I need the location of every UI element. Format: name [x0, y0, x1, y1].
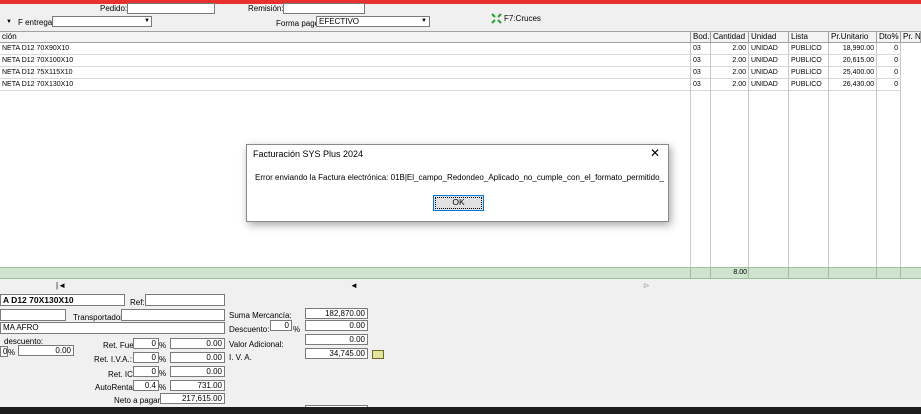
transportador-input[interactable]	[121, 309, 225, 321]
cell-unidad[interactable]: UNIDAD	[749, 79, 789, 91]
cell-cantidad[interactable]: 2.00	[711, 55, 749, 67]
col-header-pr-neto[interactable]: Pr. N	[901, 32, 921, 43]
cell-bod[interactable]: 03	[691, 67, 711, 79]
descuento-detail-value[interactable]: 0.00	[18, 345, 74, 356]
ret-iva-pct[interactable]: 0	[133, 352, 159, 363]
pct-symbol: %	[8, 348, 16, 357]
chevron-down-icon[interactable]: ▼	[144, 17, 150, 25]
cell-unidad[interactable]: UNIDAD	[749, 55, 789, 67]
descuento-detail-pct[interactable]: 0	[0, 346, 8, 357]
chevron-down-icon[interactable]: ▼	[6, 18, 12, 26]
ret-ica-value[interactable]: 0.00	[170, 366, 225, 377]
valor-adicional-value: 0.00	[305, 334, 368, 345]
iva-label: I. V. A.	[229, 353, 252, 362]
dialog-body: Error enviando la Factura electrónica: 0…	[247, 163, 668, 221]
neto-value: 217,615.00	[160, 393, 225, 404]
cell-bod[interactable]: 03	[691, 43, 711, 55]
cell-descripcion[interactable]: NETA D12 70X130X10	[0, 79, 691, 91]
cell-pr-unitario[interactable]: 20,615.00	[829, 55, 877, 67]
remision-label: Remisión:	[248, 4, 284, 13]
descuento-pct[interactable]: 0	[270, 320, 292, 331]
cell-lista[interactable]: PUBLICO	[789, 79, 829, 91]
scroll-left-icon[interactable]: ◄	[350, 281, 358, 290]
cruces-label: F7:Cruces	[504, 13, 541, 23]
col-header-cantidad[interactable]: Cantidad	[711, 32, 749, 43]
ret-iva-value[interactable]: 0.00	[170, 352, 225, 363]
cell-cantidad[interactable]: 2.00	[711, 79, 749, 91]
grid-totals-bar: 8.00	[0, 267, 921, 279]
ret-ica-pct[interactable]: 0	[133, 366, 159, 377]
close-icon[interactable]: ✕	[646, 146, 664, 161]
cruces-icon	[491, 12, 502, 24]
f-entrega-label: F entrega:	[18, 18, 55, 27]
valor-adicional-label: Valor Adicional:	[229, 340, 284, 349]
forma-pago-select[interactable]: EFECTIVO	[316, 16, 430, 27]
cell-pr-unitario[interactable]: 25,400.00	[829, 67, 877, 79]
cell-bod[interactable]: 03	[691, 55, 711, 67]
cell-pr-unitario[interactable]: 18,990.00	[829, 43, 877, 55]
cell-pr-unitario[interactable]: 26,430.00	[829, 79, 877, 91]
cell-descripcion[interactable]: NETA D12 75X115X10	[0, 67, 691, 79]
ret-fuente-pct[interactable]: 0	[133, 338, 159, 349]
autorenta-pct[interactable]: 0.4	[133, 380, 159, 391]
cell-descripcion[interactable]: NETA D12 70X90X10	[0, 43, 691, 55]
col-header-unidad[interactable]: Unidad	[749, 32, 789, 43]
cell-dto[interactable]: 0	[877, 79, 901, 91]
pedido-label: Pedido:	[100, 4, 128, 13]
ref-label: Ref:	[130, 298, 145, 307]
ref-input[interactable]	[145, 294, 225, 306]
error-dialog: Facturación SYS Plus 2024 ✕ Error envian…	[246, 144, 669, 222]
cell-lista[interactable]: PUBLICO	[789, 67, 829, 79]
pedido-input[interactable]	[127, 3, 215, 14]
cruces-button[interactable]: F7:Cruces	[491, 12, 541, 24]
ret-iva-label: Ret. I.V.A.:	[94, 355, 132, 364]
cell-lista[interactable]: PUBLICO	[789, 43, 829, 55]
col-header-bod[interactable]: Bod.	[691, 32, 711, 43]
f-entrega-select[interactable]	[52, 16, 152, 27]
chevron-down-icon[interactable]: ▼	[421, 17, 427, 25]
cell-lista[interactable]: PUBLICO	[789, 55, 829, 67]
cell-dto[interactable]: 0	[877, 43, 901, 55]
ret-fuente-value[interactable]: 0.00	[170, 338, 225, 349]
cell-cantidad[interactable]: 2.00	[711, 67, 749, 79]
total-cantidad: 8.00	[733, 269, 747, 276]
iva-value: 34,745.00	[305, 348, 368, 359]
descuento-label: Descuento:	[229, 325, 270, 334]
scroll-first-icon[interactable]: |◄	[56, 281, 66, 290]
product-description-field[interactable]: A D12 70X130X10	[0, 294, 125, 306]
scroll-thumb-icon[interactable]: ⊳	[643, 281, 650, 290]
dialog-message: Error enviando la Factura electrónica: 0…	[255, 173, 664, 182]
col-header-pr-unitario[interactable]: Pr.Unitario	[829, 32, 877, 43]
forma-pago-label: Forma pago:	[276, 19, 322, 28]
cell-dto[interactable]: 0	[877, 55, 901, 67]
dialog-title: Facturación SYS Plus 2024	[253, 149, 364, 159]
remision-input[interactable]	[283, 3, 365, 14]
cell-unidad[interactable]: UNIDAD	[749, 43, 789, 55]
cell-unidad[interactable]: UNIDAD	[749, 67, 789, 79]
iva-detail-icon[interactable]	[372, 350, 384, 359]
autorenta-value[interactable]: 731.00	[170, 380, 225, 391]
col-header-dto[interactable]: Dto%	[877, 32, 901, 43]
suma-mercancia-value: 182,870.00	[305, 308, 368, 319]
detail-field-blank[interactable]	[0, 309, 66, 321]
horizontal-scrollbar[interactable]: |◄ ◄ ⊳	[0, 280, 921, 292]
cell-dto[interactable]: 0	[877, 67, 901, 79]
descuento-value: 0.00	[305, 320, 368, 331]
neto-label: Neto a pagar:	[114, 396, 163, 405]
cell-bod[interactable]: 03	[691, 79, 711, 91]
cell-descripcion[interactable]: NETA D12 70X100X10	[0, 55, 691, 67]
col-header-descripcion[interactable]: ción	[0, 32, 691, 43]
autorenta-label: AutoRenta:	[95, 383, 136, 392]
col-header-lista[interactable]: Lista	[789, 32, 829, 43]
ok-button[interactable]: OK	[433, 195, 484, 211]
taskbar-strip	[0, 407, 921, 414]
cliente-field[interactable]: MA AFRO	[0, 322, 225, 334]
cell-cantidad[interactable]: 2.00	[711, 43, 749, 55]
